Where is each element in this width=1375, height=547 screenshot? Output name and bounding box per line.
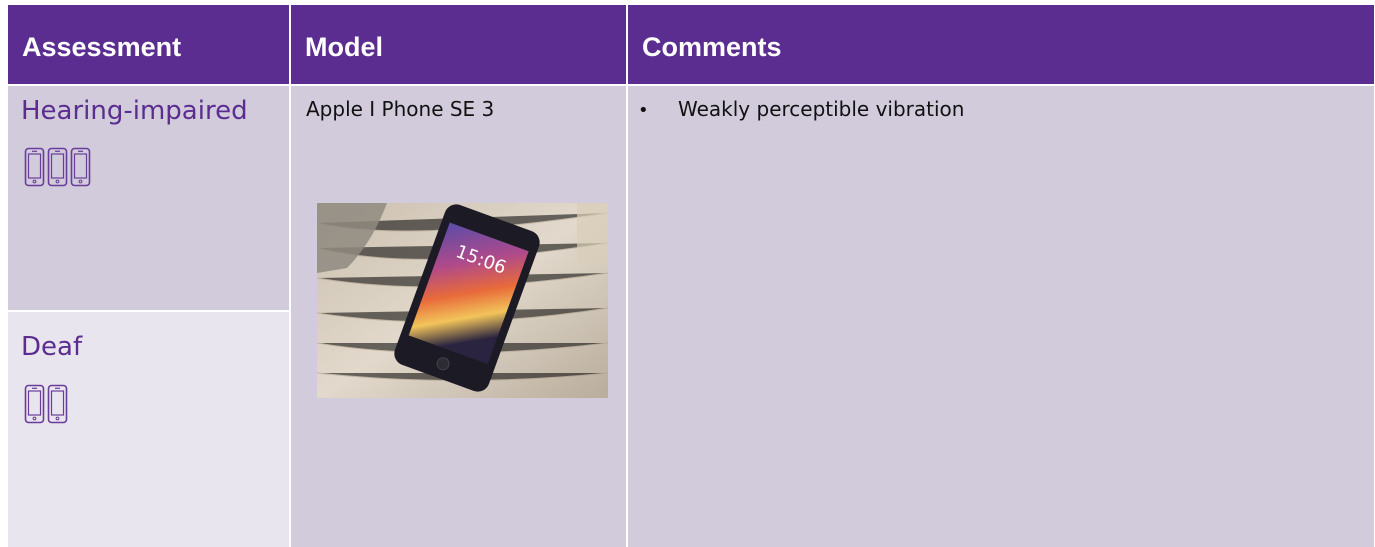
bullet-glyph: •	[638, 100, 649, 121]
header-model: Model	[291, 5, 626, 84]
phone-vibrate-icon	[47, 147, 68, 187]
model-cell: Apple I Phone SE 3 15:06	[291, 86, 626, 547]
assessment-cell-hearing-impaired: Hearing-impaired	[8, 86, 289, 310]
comments-list: • Weakly perceptible vibration	[638, 97, 964, 121]
header-comments-label: Comments	[642, 32, 782, 62]
comment-text: Weakly perceptible vibration	[678, 97, 965, 121]
rating-icons	[24, 147, 91, 187]
assessment-cell-deaf: Deaf	[8, 312, 289, 547]
rating-icons	[24, 384, 68, 424]
comparison-table: Assessment Model Comments Hearing-impair…	[8, 5, 1374, 547]
header-assessment-label: Assessment	[22, 32, 182, 62]
phone-vibrate-icon	[70, 147, 91, 187]
header-comments: Comments	[628, 5, 1374, 84]
model-name: Apple I Phone SE 3	[306, 97, 495, 121]
comments-cell: • Weakly perceptible vibration	[628, 86, 1374, 547]
phone-photo: 15:06	[317, 203, 608, 398]
header-model-label: Model	[305, 32, 383, 62]
assessment-label: Deaf	[21, 332, 83, 362]
phone-vibrate-icon	[24, 147, 45, 187]
phone-vibrate-icon	[24, 384, 45, 424]
assessment-label: Hearing-impaired	[21, 96, 248, 126]
header-assessment: Assessment	[8, 5, 289, 84]
phone-vibrate-icon	[47, 384, 68, 424]
comment-item: • Weakly perceptible vibration	[638, 97, 964, 121]
